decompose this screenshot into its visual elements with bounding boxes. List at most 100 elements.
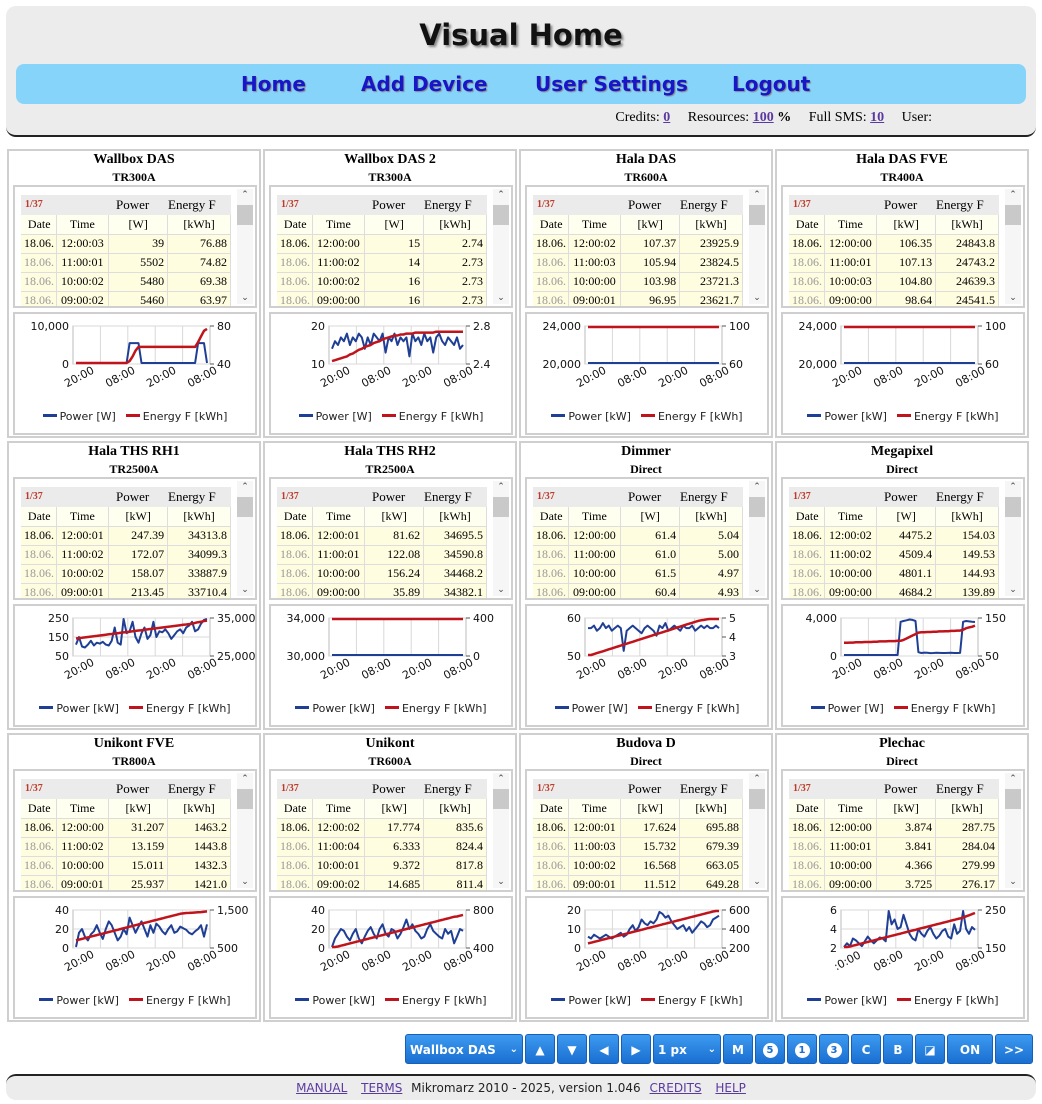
table-row[interactable]: 18.06. 11:00:02 4509.4 149.53 (789, 545, 999, 565)
scroll-up-icon[interactable]: ⌃ (237, 190, 253, 200)
power-legend-label[interactable]: Power [kW] (56, 702, 119, 715)
scroll-up-icon[interactable]: ⌃ (1005, 190, 1021, 200)
page-indicator[interactable]: 1/37 (793, 491, 811, 502)
resources-link[interactable]: 100 (753, 110, 774, 125)
right-button[interactable]: ▶ (621, 1034, 651, 1064)
table-scrollbar[interactable]: ⌃ ⌄ (493, 481, 509, 596)
scroll-thumb[interactable] (237, 789, 253, 809)
table-row[interactable]: 18.06. 11:00:02 13.159 1443.8 (21, 837, 231, 857)
table-row[interactable]: 18.06. 12:00:00 106.35 24843.8 (789, 234, 999, 254)
scroll-thumb[interactable] (1005, 789, 1021, 809)
table-row[interactable]: 18.06. 09:00:00 3.725 276.17 (789, 875, 999, 890)
table-row[interactable]: 18.06. 11:00:03 105.94 23824.5 (533, 253, 743, 273)
table-row[interactable]: 18.06. 10:00:00 103.98 23721.3 (533, 272, 743, 292)
table-row[interactable]: 18.06. 12:00:02 107.37 23925.9 (533, 234, 743, 254)
energy-legend-label[interactable]: Energy F [kWh] (143, 410, 228, 423)
page-indicator[interactable]: 1/37 (281, 199, 299, 210)
scroll-down-icon[interactable]: ⌄ (493, 293, 509, 303)
table-row[interactable]: 18.06. 10:00:00 4801.1 144.93 (789, 564, 999, 584)
table-scrollbar[interactable]: ⌃ ⌄ (1005, 481, 1021, 596)
device-name[interactable]: Hala DAS (521, 152, 771, 168)
c-button[interactable]: C (851, 1034, 881, 1064)
table-row[interactable]: 18.06. 12:00:02 17.774 835.6 (277, 818, 487, 838)
corner-icon[interactable]: ◪ (915, 1034, 945, 1064)
table-row[interactable]: 18.06. 10:00:02 5480 69.38 (21, 272, 231, 292)
device-name[interactable]: Unikont (265, 736, 515, 752)
page-indicator[interactable]: 1/37 (793, 199, 811, 210)
scroll-up-icon[interactable]: ⌃ (749, 774, 765, 784)
scroll-up-icon[interactable]: ⌃ (237, 482, 253, 492)
device-name[interactable]: Hala DAS FVE (777, 152, 1027, 168)
page-indicator[interactable]: 1/37 (25, 783, 43, 794)
table-row[interactable]: 18.06. 10:00:00 61.5 4.97 (533, 564, 743, 584)
power-legend-label[interactable]: Power [kW] (568, 410, 631, 423)
table-row[interactable]: 18.06. 10:00:02 16 2.73 (277, 272, 487, 292)
device-name[interactable]: Hala THS RH1 (9, 444, 259, 460)
terms-link[interactable]: TERMS (361, 1081, 402, 1095)
scroll-up-icon[interactable]: ⌃ (493, 774, 509, 784)
scroll-thumb[interactable] (237, 205, 253, 225)
scroll-down-icon[interactable]: ⌄ (1005, 585, 1021, 595)
scroll-thumb[interactable] (493, 205, 509, 225)
one-button[interactable]: 1 (787, 1034, 817, 1064)
table-row[interactable]: 18.06. 11:00:01 3.841 284.04 (789, 837, 999, 857)
power-legend-label[interactable]: Power [kW] (312, 994, 375, 1007)
device-name[interactable]: Budova D (521, 736, 771, 752)
power-legend-label[interactable]: Power [kW] (312, 702, 375, 715)
scroll-down-icon[interactable]: ⌄ (1005, 877, 1021, 887)
table-scrollbar[interactable]: ⌃ ⌄ (749, 481, 765, 596)
scroll-thumb[interactable] (749, 497, 765, 517)
table-row[interactable]: 18.06. 11:00:04 6.333 824.4 (277, 837, 487, 857)
table-row[interactable]: 18.06. 10:00:01 9.372 817.8 (277, 856, 487, 876)
nav-home[interactable]: Home (241, 72, 306, 96)
table-row[interactable]: 18.06. 12:00:03 39 76.88 (21, 234, 231, 254)
table-row[interactable]: 18.06. 10:00:00 4.366 279.99 (789, 856, 999, 876)
table-row[interactable]: 18.06. 12:00:00 31.207 1463.2 (21, 818, 231, 838)
table-row[interactable]: 18.06. 12:00:00 3.874 287.75 (789, 818, 999, 838)
table-row[interactable]: 18.06. 10:00:03 104.80 24639.3 (789, 272, 999, 292)
scroll-up-icon[interactable]: ⌃ (493, 482, 509, 492)
table-scrollbar[interactable]: ⌃ ⌄ (749, 189, 765, 304)
table-row[interactable]: 18.06. 11:00:03 15.732 679.39 (533, 837, 743, 857)
scroll-up-icon[interactable]: ⌃ (749, 190, 765, 200)
power-legend-label[interactable]: Power [W] (572, 702, 628, 715)
table-row[interactable]: 18.06. 09:00:02 14.685 811.4 (277, 875, 487, 890)
table-scrollbar[interactable]: ⌃ ⌄ (493, 773, 509, 888)
power-legend-label[interactable]: Power [W] (60, 410, 116, 423)
device-name[interactable]: Wallbox DAS 2 (265, 152, 515, 168)
energy-legend-label[interactable]: Energy F [kWh] (146, 994, 231, 1007)
energy-legend-label[interactable]: Energy F [kWh] (402, 702, 487, 715)
table-row[interactable]: 18.06. 10:00:00 156.24 34468.2 (277, 564, 487, 584)
help-link[interactable]: HELP (715, 1081, 746, 1095)
device-name[interactable]: Megapixel (777, 444, 1027, 460)
table-scrollbar[interactable]: ⌃ ⌄ (749, 773, 765, 888)
scroll-up-icon[interactable]: ⌃ (749, 482, 765, 492)
table-row[interactable]: 18.06. 09:00:01 96.95 23621.7 (533, 291, 743, 306)
nav-user-settings[interactable]: User Settings (535, 72, 688, 96)
energy-legend-label[interactable]: Energy F [kWh] (399, 410, 484, 423)
table-scrollbar[interactable]: ⌃ ⌄ (237, 481, 253, 596)
table-row[interactable]: 18.06. 09:00:00 98.64 24541.5 (789, 291, 999, 306)
energy-legend-label[interactable]: Energy F [kWh] (658, 994, 743, 1007)
nav-add-device[interactable]: Add Device (361, 72, 488, 96)
device-name[interactable]: Plechac (777, 736, 1027, 752)
device-name[interactable]: Hala THS RH2 (265, 444, 515, 460)
scroll-thumb[interactable] (1005, 205, 1021, 225)
table-row[interactable]: 18.06. 09:00:01 25.937 1421.0 (21, 875, 231, 890)
power-legend-label[interactable]: Power [kW] (824, 410, 887, 423)
power-legend-label[interactable]: Power [W] (316, 410, 372, 423)
energy-legend-label[interactable]: Energy F [kWh] (402, 994, 487, 1007)
scroll-up-icon[interactable]: ⌃ (237, 774, 253, 784)
b-button[interactable]: B (883, 1034, 913, 1064)
device-name[interactable]: Unikont FVE (9, 736, 259, 752)
scroll-down-icon[interactable]: ⌄ (493, 877, 509, 887)
table-scrollbar[interactable]: ⌃ ⌄ (237, 189, 253, 304)
table-row[interactable]: 18.06. 12:00:00 15 2.74 (277, 234, 487, 254)
page-indicator[interactable]: 1/37 (25, 491, 43, 502)
power-legend-label[interactable]: Power [kW] (56, 994, 119, 1007)
down-button[interactable]: ▼ (557, 1034, 587, 1064)
table-scrollbar[interactable]: ⌃ ⌄ (1005, 189, 1021, 304)
scroll-down-icon[interactable]: ⌄ (749, 877, 765, 887)
three-button[interactable]: 3 (819, 1034, 849, 1064)
table-row[interactable]: 18.06. 09:00:00 35.89 34382.1 (277, 583, 487, 598)
